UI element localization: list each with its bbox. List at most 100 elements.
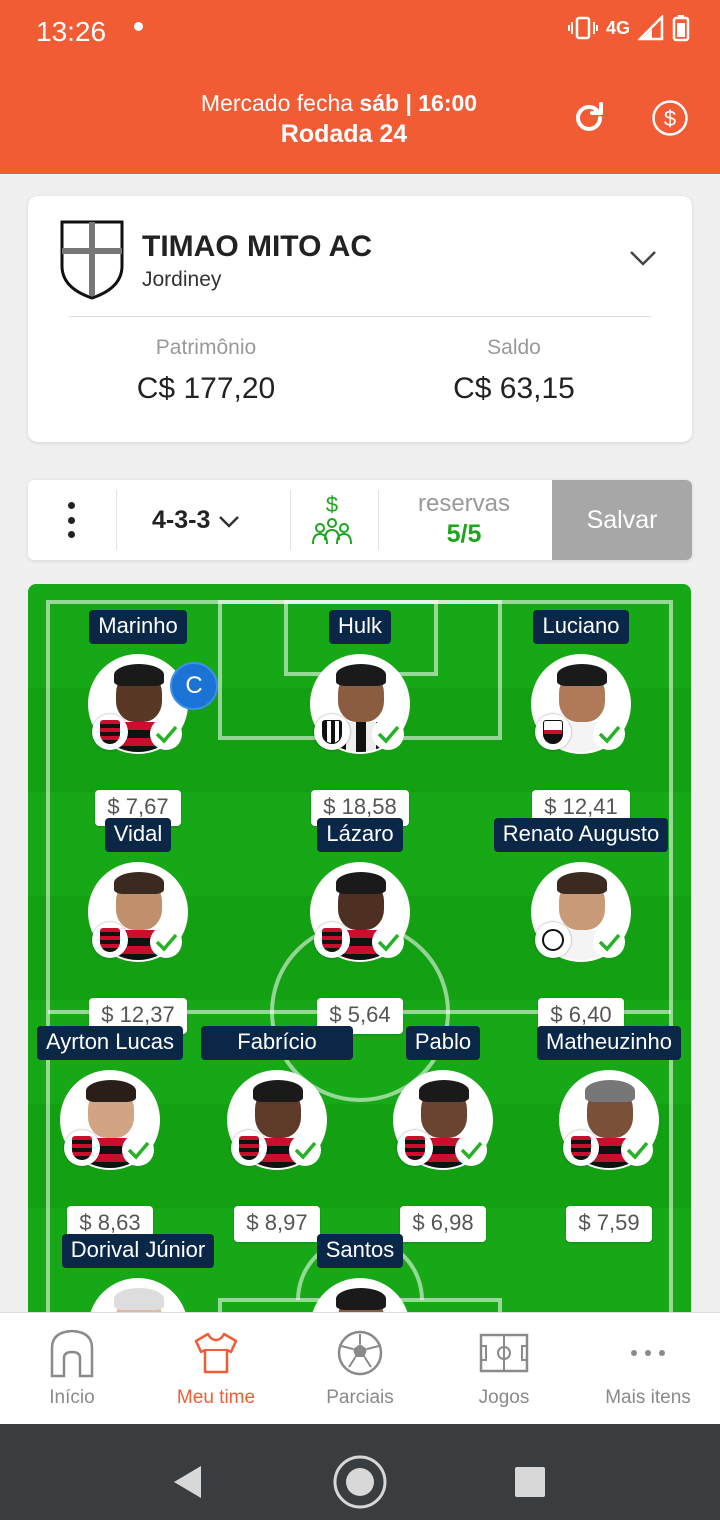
player-name: Pablo (405, 1026, 481, 1060)
lineup-toolbar: 4-3-3 $ reservas 5/5 Salvar (28, 480, 692, 560)
ball-icon (334, 1327, 386, 1379)
player-name: Hulk (328, 610, 391, 644)
separator (116, 490, 117, 550)
football-pitch: Marinho $ 7,67 C Hulk $ 18,58 Luciano $ … (28, 584, 691, 1312)
more-icon (622, 1327, 674, 1379)
nav-item-mais-itens[interactable]: Mais itens (576, 1313, 720, 1425)
player-name: Santos (316, 1234, 404, 1268)
back-button[interactable] (158, 1452, 218, 1512)
patrimonio-stat: Patrimônio C$ 177,20 (56, 336, 356, 406)
player-name: Renato Augusto (493, 818, 669, 852)
club-badge-icon (397, 1130, 433, 1166)
divider (68, 316, 652, 317)
saldo-value: C$ 63,15 (453, 372, 575, 405)
vibrate-icon (567, 16, 598, 40)
team-name: TIMAO MITO AC (142, 230, 372, 263)
player-name: Vidal (104, 818, 172, 852)
formation-select[interactable]: 4-3-3 (152, 506, 240, 535)
check-icon (122, 1134, 154, 1166)
market-label: Mercado fecha (200, 90, 354, 116)
nav-label: Jogos (478, 1387, 530, 1408)
nav-item-inicio[interactable]: Início (0, 1313, 144, 1425)
system-icons: 4G (567, 14, 690, 42)
check-icon (372, 926, 404, 958)
club-badge-icon (64, 1130, 100, 1166)
status-bar: 13:26 4G (0, 0, 720, 66)
club-badge-icon (535, 714, 571, 750)
app-header: Mercado fecha sáb | 16:00 Rodada 24 $ (0, 66, 720, 174)
nav-label: Mais itens (605, 1387, 691, 1408)
svg-text:$: $ (664, 106, 676, 131)
separator (290, 490, 291, 550)
player-price: $ 7,59 (566, 1206, 652, 1242)
home-circle-icon (333, 1455, 387, 1509)
recents-button[interactable] (500, 1452, 560, 1512)
dollar-circle-icon: $ (652, 100, 688, 136)
reserves-info[interactable]: reservas 5/5 (380, 490, 548, 549)
home-icon (46, 1327, 98, 1379)
team-owner: Jordiney (142, 268, 222, 291)
recents-square-icon (515, 1467, 545, 1497)
club-badge-icon (231, 1130, 267, 1166)
player-name: Lázaro (317, 818, 403, 852)
nav-label: Meu time (176, 1387, 256, 1408)
check-icon (150, 926, 182, 958)
shirt-icon (190, 1327, 242, 1379)
player-name: Luciano (533, 610, 629, 644)
save-button[interactable]: Salvar (552, 480, 692, 560)
battery-icon (672, 15, 690, 42)
network-type: 4G (605, 17, 630, 38)
back-triangle-icon (174, 1466, 201, 1498)
player-name: Fabrício (201, 1026, 353, 1060)
player-name: Ayrton Lucas (36, 1026, 183, 1060)
player-name: Matheuzinho (537, 1026, 681, 1060)
market-players-icon[interactable]: $ (310, 492, 354, 548)
bottom-navigation: Início Meu time Parciais Jogos Mais iten… (0, 1312, 720, 1424)
patrimonio-value: C$ 177,20 (136, 372, 276, 405)
club-badge-icon (92, 922, 128, 958)
club-badge-icon (314, 922, 350, 958)
home-button[interactable] (330, 1452, 390, 1512)
chevron-down-icon[interactable] (628, 248, 658, 268)
nav-label: Parciais (326, 1387, 394, 1408)
nav-item-meu-time[interactable]: Meu time (144, 1313, 288, 1425)
formation-value: 4-3-3 (152, 506, 211, 534)
player-name: Dorival Júnior (61, 1234, 215, 1268)
nav-item-jogos[interactable]: Jogos (432, 1313, 576, 1425)
system-navigation-bar (0, 1424, 720, 1520)
check-icon (150, 718, 182, 750)
signal-icon (638, 15, 664, 41)
club-badge-icon (563, 1130, 599, 1166)
market-time: sáb | 16:00 (359, 90, 478, 116)
club-badge-icon (314, 714, 350, 750)
field-icon (478, 1327, 530, 1379)
more-options-icon[interactable] (56, 502, 86, 538)
check-icon (455, 1134, 487, 1166)
nav-label: Início (49, 1387, 95, 1408)
check-icon (372, 718, 404, 750)
team-card[interactable]: TIMAO MITO AC Jordiney Patrimônio C$ 177… (28, 196, 692, 442)
money-button[interactable]: $ (650, 98, 690, 138)
chevron-down-icon (219, 515, 240, 528)
patrimonio-label: Patrimônio (155, 336, 257, 359)
saldo-label: Saldo (487, 336, 541, 359)
svg-text:$: $ (326, 492, 338, 517)
check-icon (289, 1134, 321, 1166)
captain-badge[interactable]: C (170, 662, 218, 710)
check-icon (621, 1134, 653, 1166)
status-time: 13:26 (36, 16, 107, 47)
team-shield-icon (60, 220, 124, 300)
club-badge-icon (535, 922, 571, 958)
club-badge-icon (92, 714, 128, 750)
separator (378, 490, 379, 550)
notification-dot-icon (134, 22, 143, 31)
saldo-stat: Saldo C$ 63,15 (364, 336, 664, 406)
refresh-icon (576, 102, 603, 131)
player-name: Marinho (89, 610, 187, 644)
reserves-label: reservas (417, 490, 511, 517)
nav-item-parciais[interactable]: Parciais (288, 1313, 432, 1425)
refresh-button[interactable] (569, 98, 609, 138)
check-icon (593, 718, 625, 750)
check-icon (593, 926, 625, 958)
reserves-value: 5/5 (446, 520, 482, 548)
